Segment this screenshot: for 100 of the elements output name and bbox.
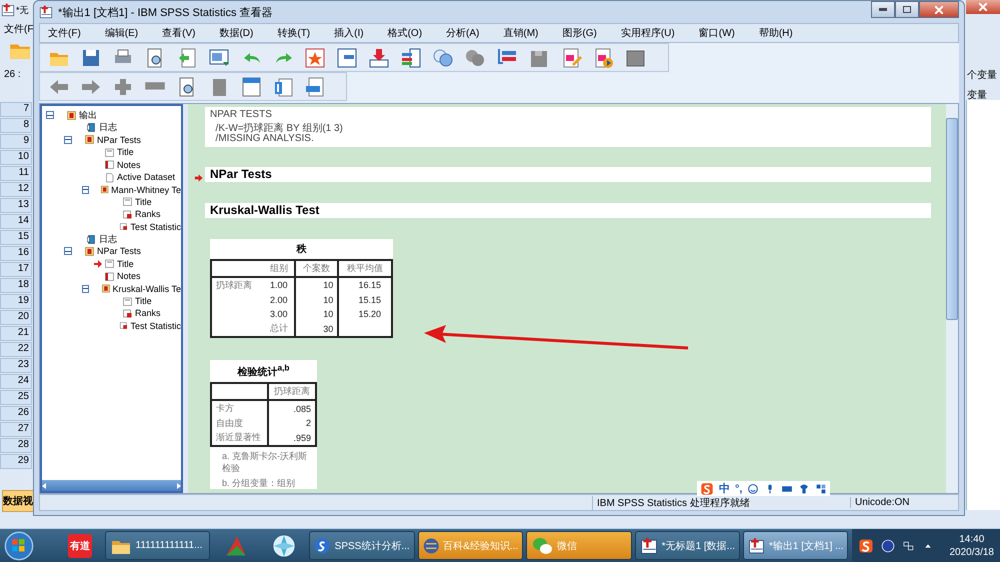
expand-toggle[interactable] <box>64 247 72 256</box>
variable-count: 个变量 <box>967 68 997 82</box>
taskbar-button[interactable]: *无标题1 [数据... <box>634 531 740 560</box>
row-number: 26 <box>0 406 32 421</box>
window-title: *输出1 [文档1] - IBM SPSS Statistics 查看器 <box>58 6 273 20</box>
cell-reference: 26 : <box>4 69 21 80</box>
encoding-status: Unicode:ON <box>850 497 929 508</box>
current-item-arrow-icon <box>194 172 204 182</box>
table-cell: 10 <box>323 280 334 290</box>
punctuation-mode[interactable]: °, <box>735 482 742 494</box>
row-number: 19 <box>0 294 32 309</box>
document-icon <box>272 76 294 98</box>
outline-item[interactable]: NPar Tests <box>97 134 141 145</box>
table-cell: 渐近显著性 <box>216 432 261 442</box>
outline-item[interactable]: Test Statistic <box>130 222 181 232</box>
expand-toggle[interactable] <box>82 284 90 293</box>
menu-item[interactable]: 编辑(E) <box>96 26 146 40</box>
row-number: 11 <box>0 166 32 181</box>
menu-item[interactable]: 直销(M) <box>495 26 546 40</box>
menu-item[interactable]: 转换(T) <box>269 26 318 40</box>
outline-item[interactable]: Mann-Whitney Te <box>111 184 181 195</box>
outline-item[interactable]: Active Dataset <box>117 172 176 182</box>
outline-item[interactable]: 日志 <box>99 232 117 246</box>
minimize-icon <box>879 8 887 11</box>
document-icon <box>104 270 115 282</box>
outline-item[interactable]: Ranks <box>135 209 161 220</box>
taskbar-button[interactable]: 111111111111... <box>104 531 210 560</box>
expand-toggle[interactable] <box>64 136 72 144</box>
row-number: 28 <box>0 438 32 453</box>
row-number: 24 <box>0 374 32 389</box>
scroll-left-icon[interactable] <box>42 482 46 488</box>
clock-date: 2020/3/18 <box>950 546 994 558</box>
outline-item[interactable]: Test Statistic <box>130 320 181 331</box>
document-icon <box>122 208 133 220</box>
data-view-tab[interactable]: 数据视 <box>2 490 34 512</box>
scroll-right-icon[interactable] <box>177 482 181 488</box>
column-header: 变量 <box>967 88 987 102</box>
outline-item[interactable]: NPar Tests <box>97 246 141 256</box>
shirt-icon <box>798 482 810 494</box>
column-header: 扔球距离 <box>274 386 310 396</box>
outline-item[interactable]: 输出 <box>79 108 97 122</box>
outline-item[interactable]: Ranks <box>135 308 161 318</box>
outline-item[interactable]: 日志 <box>99 121 117 134</box>
table-cell: 15.15 <box>358 294 381 305</box>
outline-item[interactable]: Kruskal-Wallis Te <box>112 284 181 294</box>
section-heading: NPar Tests <box>205 167 931 182</box>
outline-item[interactable]: Title <box>117 258 134 269</box>
row-number: 12 <box>0 182 32 197</box>
outline-item[interactable]: Notes <box>117 271 141 282</box>
footnote: b. 分组变量：组别 <box>221 476 296 489</box>
outline-item[interactable]: Title <box>135 196 152 207</box>
taskbar-button[interactable]: SPSS统计分析... <box>309 531 415 560</box>
document-icon <box>119 221 128 232</box>
document-icon <box>119 320 128 332</box>
close-icon <box>979 3 987 11</box>
menu-item[interactable]: 数据(D) <box>211 26 262 40</box>
outline-item[interactable]: Title <box>135 296 152 306</box>
menu-item[interactable]: 窗口(W) <box>690 26 743 40</box>
menu-item[interactable]: 图形(G) <box>554 26 605 40</box>
vertical-scrollbar[interactable] <box>946 104 958 493</box>
current-item-arrow-icon <box>94 260 102 268</box>
outline-item[interactable]: Notes <box>117 160 141 170</box>
menu-item[interactable]: 文件(F <box>4 22 34 36</box>
window-title: *无 <box>16 4 29 16</box>
document-icon <box>104 146 115 158</box>
table-cell: 扔球距离 <box>216 280 252 290</box>
menu-item[interactable]: 查看(V) <box>154 26 204 40</box>
expand-toggle[interactable] <box>82 186 90 194</box>
row-number: 16 <box>0 246 32 261</box>
folder-icon <box>100 184 110 196</box>
minimize-button[interactable] <box>871 1 895 18</box>
taskbar-icon[interactable]: 有道 <box>68 534 92 558</box>
outline-item[interactable]: Title <box>117 147 134 158</box>
column-header: 秩平均值 <box>347 263 384 273</box>
column-header: 个案数 <box>303 263 330 273</box>
menu-item[interactable]: 插入(I) <box>326 26 372 40</box>
folder-icon <box>100 283 110 294</box>
table-cell: .085 <box>293 404 311 414</box>
menu-item[interactable]: 帮助(H) <box>750 26 801 40</box>
row-number: 15 <box>0 230 32 245</box>
menu-item[interactable]: 格式(O) <box>380 26 430 40</box>
close-button[interactable] <box>966 0 1000 14</box>
expand-toggle[interactable] <box>46 111 54 120</box>
input-mode[interactable]: 中 <box>719 481 730 496</box>
syntax-line: /K-W=扔球距离 BY 组别(1 3) <box>214 122 344 133</box>
maximize-button[interactable] <box>895 1 919 18</box>
menu-item[interactable]: 分析(A) <box>438 26 488 40</box>
circles-icon <box>432 46 454 68</box>
horizontal-scrollbar[interactable] <box>42 480 181 491</box>
start-button-icon <box>4 530 34 560</box>
document-icon <box>104 258 115 270</box>
document-icon <box>122 296 133 307</box>
header-document-icon <box>240 76 262 98</box>
table-cell: 总计 <box>270 323 288 334</box>
input-method-icon <box>858 538 874 554</box>
table-cell: 10 <box>323 294 334 305</box>
menu-item[interactable]: 实用程序(U) <box>612 26 683 40</box>
close-button[interactable] <box>919 1 959 18</box>
document-icon <box>304 76 326 98</box>
menu-item[interactable]: 文件(F) <box>40 26 89 40</box>
